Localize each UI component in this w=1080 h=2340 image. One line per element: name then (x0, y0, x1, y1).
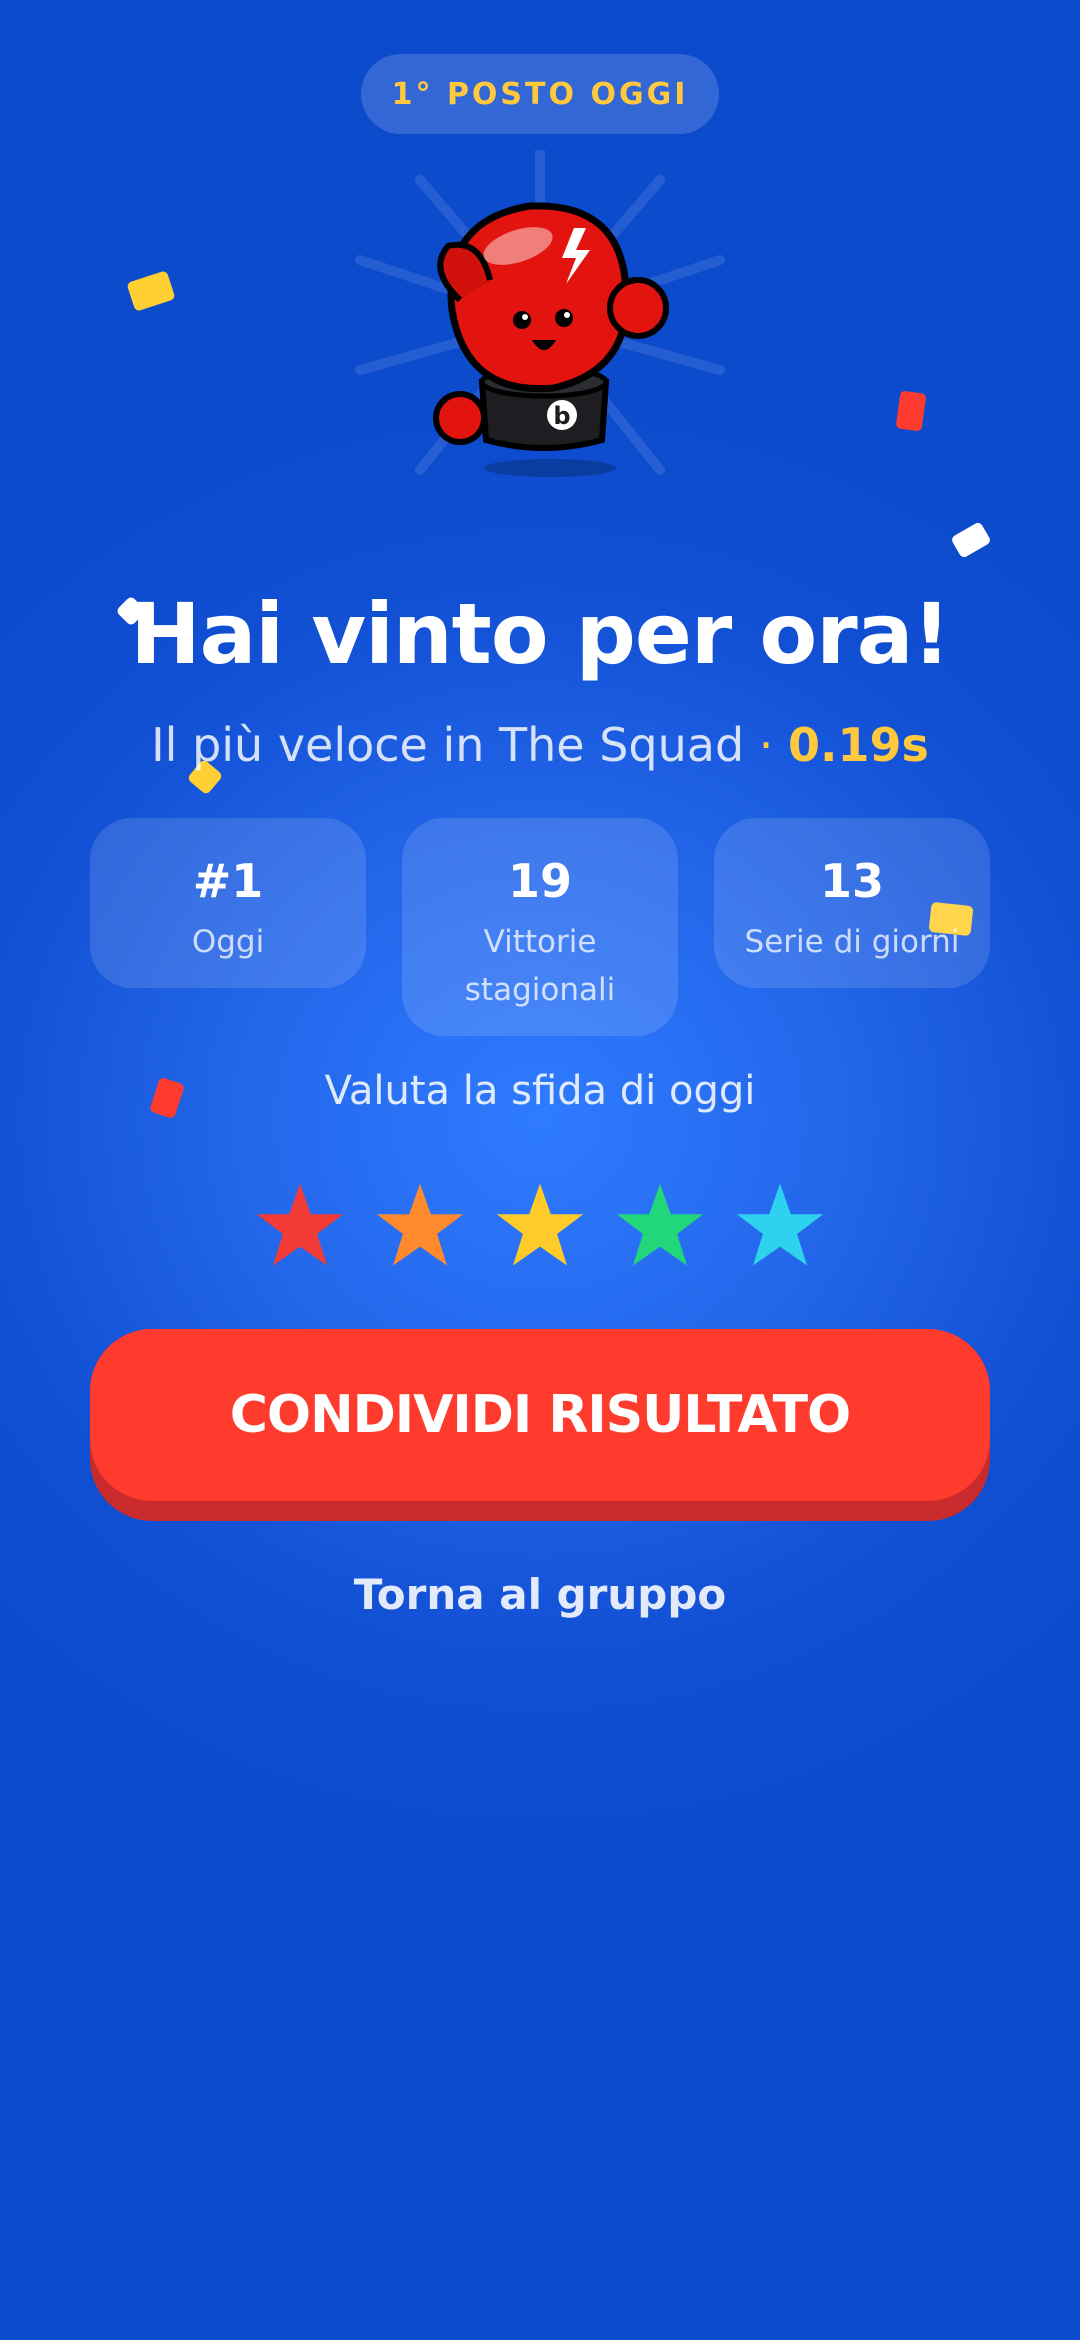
stat-value: 13 (819, 854, 884, 908)
stat-value: 19 (507, 854, 572, 908)
result-subtitle: Il più veloce in The Squad · 0.19s (0, 718, 1080, 772)
stat-value: #1 (192, 854, 264, 908)
star-3-icon[interactable] (495, 1180, 585, 1270)
star-4-icon[interactable] (615, 1180, 705, 1270)
subtitle-separator: · (758, 718, 774, 772)
svg-text:b: b (553, 402, 570, 430)
rank-badge: 1° POSTO OGGI (361, 54, 719, 134)
stat-label: Serie di giorni (744, 924, 960, 960)
share-button-shadow: CONDIVIDI RISULTATO (90, 1329, 990, 1521)
stat-card-streak: 13 Serie di giorni (714, 818, 990, 988)
stat-card-today: #1 Oggi (90, 818, 366, 988)
back-to-group-link[interactable]: Torna al gruppo (0, 1570, 1080, 1619)
star-5-icon[interactable] (735, 1180, 825, 1270)
subtitle-text: Il più veloce in The Squad (151, 718, 745, 772)
star-rating[interactable] (255, 1180, 825, 1272)
reaction-time: 0.19s (788, 718, 929, 772)
confetti-piece (950, 521, 992, 559)
star-2-icon[interactable] (375, 1180, 465, 1270)
stat-label: Oggi (191, 924, 265, 960)
mascot-illustration: b (340, 145, 740, 510)
stat-card-season-wins: 19 Vittorie stagionali (402, 818, 678, 1036)
page-title: Hai vinto per ora! (130, 585, 950, 683)
star-1-icon[interactable] (255, 1180, 345, 1270)
confetti-piece (895, 390, 927, 432)
rating-label: Valuta la sfida di oggi (324, 1068, 756, 1114)
stat-label: Vittorie stagionali (464, 924, 616, 1008)
confetti-piece (126, 270, 176, 312)
share-result-button[interactable]: CONDIVIDI RISULTATO (90, 1329, 990, 1501)
boxing-glove-mascot-icon: b (355, 145, 725, 477)
